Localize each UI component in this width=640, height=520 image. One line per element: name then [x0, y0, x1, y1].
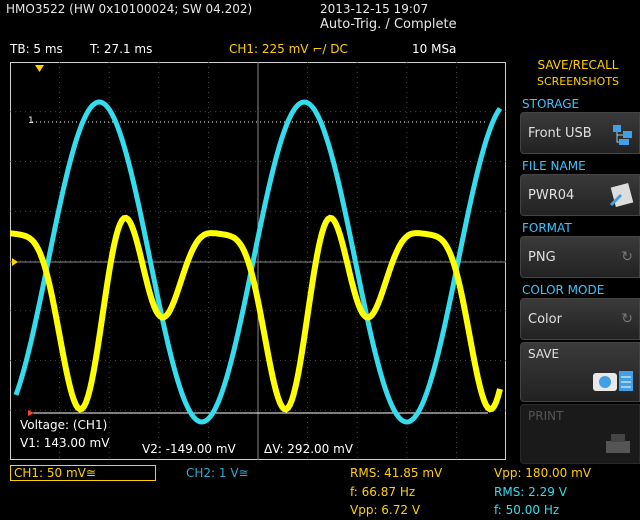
ch2-scale[interactable]: CH2: 1 V≅: [186, 466, 249, 480]
cursor-title: Voltage: (CH1): [20, 418, 108, 432]
usb-folder-icon: [613, 125, 632, 145]
ch1-trigger-info: CH1: 225 mV ⌐/ DC: [229, 42, 348, 56]
softmenu-title: SAVE/RECALL: [537, 58, 619, 72]
format-label: FORMAT: [522, 221, 572, 235]
filename-button[interactable]: PWR04: [520, 174, 640, 216]
storage-button[interactable]: Front USB: [520, 112, 640, 154]
cursor-readout: Voltage: (CH1) V1: 143.00 mV: [20, 418, 109, 450]
printer-icon: [606, 434, 630, 453]
format-button[interactable]: PNG ↻: [520, 236, 640, 278]
format-value: PNG: [528, 250, 556, 265]
cursor-v1: V1: 143.00 mV: [20, 436, 110, 450]
datetime: 2013-12-15 19:07: [320, 2, 429, 16]
timebase: TB: 5 ms: [10, 42, 63, 56]
ch1-vpp: Vpp: 6.72 V: [350, 503, 421, 517]
colormode-value: Color: [528, 312, 562, 327]
ch1-rms: RMS: 41.85 mV: [350, 466, 443, 480]
cursor-marker-label: 1: [28, 116, 34, 126]
ch1-freq: f: 66.87 Hz: [350, 485, 416, 499]
cursor-v2: V2: -149.00 mV: [142, 442, 236, 456]
ch2-vpp: Vpp: 180.00 mV: [494, 466, 592, 480]
filename-label: FILE NAME: [522, 159, 586, 173]
ch1-scale: CH1: 50 mV≅: [14, 466, 96, 480]
colormode-button[interactable]: Color ↻: [520, 298, 640, 340]
save-label: SAVE: [528, 347, 560, 361]
device-info: HMO3522 (HW 0x10100024; SW 04.202): [6, 2, 253, 16]
edit-filename-icon: [609, 183, 634, 207]
cursor-dv: ΔV: 292.00 mV: [264, 442, 353, 456]
colormode-label: COLOR MODE: [522, 283, 605, 297]
camera-icon: [593, 371, 633, 391]
sample-rate: 10 MSa: [412, 42, 457, 56]
storage-value: Front USB: [528, 126, 592, 141]
storage-label: STORAGE: [522, 97, 580, 111]
softmenu-subtitle: SCREENSHOTS: [536, 75, 620, 88]
filename-value: PWR04: [528, 188, 575, 203]
ch2-freq: f: 50.00 Hz: [494, 503, 560, 517]
cycle-icon: ↻: [621, 249, 633, 265]
print-label: PRINT: [528, 409, 564, 423]
trigger-status: Auto-Trig. / Complete: [320, 17, 457, 32]
trigger-time: T: 27.1 ms: [90, 42, 153, 56]
cycle-icon: ↻: [621, 311, 633, 327]
save-button[interactable]: SAVE: [520, 342, 640, 402]
scope-screen[interactable]: 1: [10, 62, 506, 460]
ch2-rms: RMS: 2.29 V: [494, 485, 567, 499]
print-button[interactable]: PRINT: [520, 404, 640, 464]
